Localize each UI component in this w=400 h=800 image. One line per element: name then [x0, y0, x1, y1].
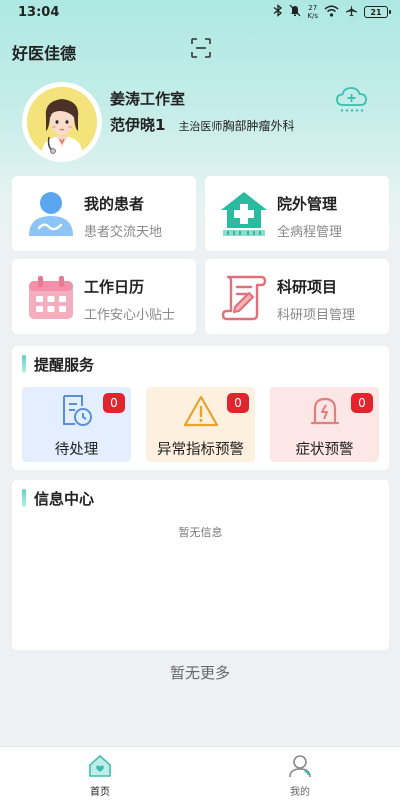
reminder-title: 提醒服务 [34, 355, 95, 374]
app-title: 好医佳德 [12, 44, 77, 63]
card-subtitle: 工作安心小贴士 [84, 308, 176, 323]
card-outpatient-management[interactable]: 院外管理 全病程管理 [205, 176, 389, 251]
reminder-pending[interactable]: 待处理 0 [22, 387, 131, 462]
card-work-calendar[interactable]: 工作日历 工作安心小贴士 [12, 259, 196, 334]
card-subtitle: 患者交流天地 [84, 225, 163, 240]
wifi-icon [324, 5, 339, 20]
section-accent-bar [22, 355, 26, 373]
reminder-header: 提醒服务 [22, 354, 94, 374]
reminder-label: 异常指标预警 [157, 442, 244, 458]
status-icons: 27 K/s 21 [273, 4, 391, 20]
airplane-icon [345, 4, 358, 20]
bluetooth-icon [273, 4, 283, 20]
doctor-name: 范伊晓1 [110, 116, 166, 134]
hospital-icon [219, 190, 269, 238]
count-badge: 0 [227, 393, 249, 413]
empty-message: 暂无信息 [178, 526, 223, 539]
home-icon [88, 754, 112, 778]
status-bar: 13:04 27 K/s 21 [0, 0, 400, 24]
count-badge: 0 [103, 393, 125, 413]
doctor-department: 胸部肿瘤外科 [222, 119, 295, 133]
network-speed: 27 K/s [307, 4, 318, 20]
doctor-info: 范伊晓1 主治医师 胸部肿瘤外科 [110, 114, 294, 135]
card-subtitle: 科研项目管理 [277, 308, 356, 323]
reminder-panel: 提醒服务 待处理 0 异常指标预警 0 症状预警 0 [12, 346, 389, 470]
doctor-title: 主治医师 [178, 120, 223, 133]
card-my-patients[interactable]: 我的患者 患者交流天地 [12, 176, 196, 251]
card-research-projects[interactable]: 科研项目 科研项目管理 [205, 259, 389, 334]
reminder-label: 待处理 [54, 442, 99, 458]
scan-button[interactable] [190, 37, 212, 59]
nav-mine[interactable]: 我的 [270, 751, 330, 799]
card-subtitle: 全病程管理 [277, 225, 343, 240]
avatar[interactable] [22, 82, 102, 162]
bottom-navigation: 首页 我的 [0, 746, 400, 800]
reminder-abnormal-indicator[interactable]: 异常指标预警 0 [146, 387, 255, 462]
info-center-title: 信息中心 [34, 489, 95, 508]
research-icon [219, 273, 269, 321]
reminder-symptom[interactable]: 症状预警 0 [270, 387, 379, 462]
card-title: 院外管理 [277, 195, 338, 213]
studio-name: 姜涛工作室 [110, 90, 186, 108]
card-title: 工作日历 [84, 278, 145, 296]
speed-unit: K/s [307, 12, 318, 20]
alarm-icon [307, 394, 343, 428]
info-center-header: 信息中心 [22, 488, 94, 508]
patient-icon [26, 190, 76, 238]
calendar-icon [26, 273, 76, 321]
status-time: 13:04 [18, 4, 60, 20]
count-badge: 0 [351, 393, 373, 413]
user-icon [288, 754, 312, 778]
card-title: 科研项目 [277, 278, 338, 296]
battery-indicator: 21 [364, 6, 391, 18]
speed-value: 27 [308, 4, 318, 12]
pending-icon [59, 394, 95, 428]
scan-icon [191, 38, 211, 58]
nav-home[interactable]: 首页 [70, 751, 130, 799]
nav-label: 首页 [90, 787, 110, 798]
info-center-panel: 信息中心 暂无信息 [12, 480, 389, 650]
warning-icon [183, 394, 219, 428]
mute-icon [289, 4, 301, 20]
reminder-label: 症状预警 [295, 442, 354, 458]
doctor-avatar-icon [27, 87, 97, 157]
app-header: 好医佳德 [0, 32, 400, 68]
cloud-upload-button[interactable] [334, 86, 370, 114]
card-title: 我的患者 [84, 195, 145, 213]
nav-label: 我的 [290, 787, 310, 798]
cloud-upload-icon [336, 87, 367, 112]
no-more-text: 暂无更多 [169, 664, 230, 682]
section-accent-bar [22, 489, 26, 507]
